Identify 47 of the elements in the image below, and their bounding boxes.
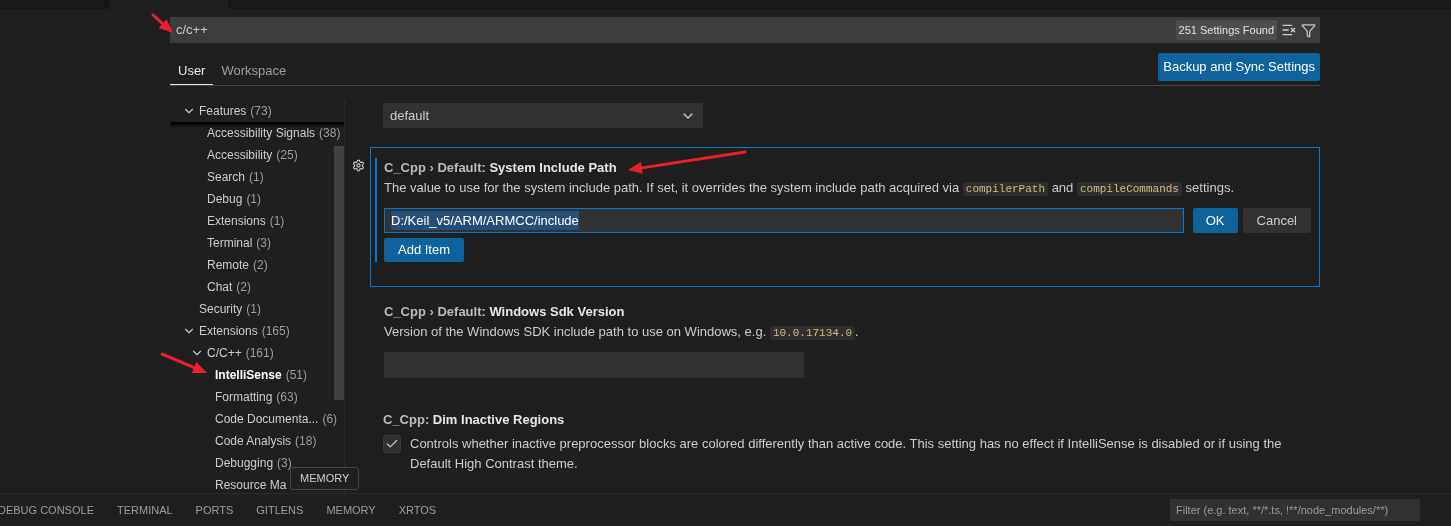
add-item-button[interactable]: Add Item: [384, 238, 465, 262]
cancel-button[interactable]: Cancel: [1242, 208, 1311, 233]
setting-description: The value to use for the system include path. If set, it overrides the system include path acquired via compilerPath and compileCommands settings.: [384, 179, 1235, 198]
checkbox[interactable]: [383, 435, 401, 453]
tree-item[interactable]: IntelliSense (51): [170, 364, 335, 386]
tab[interactable]: User: [170, 57, 214, 85]
setting-title: C_Cpp › Default: Windows Sdk Version: [384, 303, 625, 321]
setting-description: Controls whether inactive preprocessor blocks are colored differently than active code. This setting has no effect if IntelliSense is disabled or if using the Default High Contrast theme.: [410, 435, 1283, 473]
tree-item[interactable]: Code Documenta... (6): [170, 408, 335, 430]
tree-item[interactable]: C/C++ (161): [170, 342, 335, 364]
tree-item[interactable]: Formatting (63): [170, 386, 335, 408]
dropdown[interactable]: default: [383, 103, 703, 128]
annotation-arrow: [160, 352, 207, 374]
setting-title: C_Cpp: Dim Inactive Regions: [383, 411, 565, 429]
annotation-arrow: [151, 13, 173, 33]
tree-item[interactable]: Security (1): [170, 298, 335, 320]
clear-filter-icon[interactable]: [1281, 22, 1297, 38]
tree-item[interactable]: Extensions (1): [170, 210, 335, 232]
tooltip: MEMORY: [290, 467, 360, 490]
tree-item[interactable]: Terminal (3): [170, 232, 335, 254]
search-field[interactable]: c/c++ 251 Settings Found: [170, 17, 1320, 43]
panel-tab[interactable]: TERMINAL: [116, 501, 173, 519]
tree-item[interactable]: Chat (2): [170, 276, 335, 298]
tree-item[interactable]: Extensions (165): [170, 320, 335, 342]
panel-tab[interactable]: PORTS: [195, 501, 234, 519]
panel-tab[interactable]: MEMORY: [326, 501, 376, 519]
result-count: 251 Settings Found: [1175, 19, 1277, 41]
tree-item[interactable]: Accessibility (25): [170, 144, 335, 166]
tree-item[interactable]: Remote (2): [170, 254, 335, 276]
ok-button[interactable]: OK: [1192, 208, 1238, 233]
settings-icon[interactable]: [352, 159, 365, 172]
panel-tab[interactable]: GITLENS: [256, 501, 304, 519]
input-field[interactable]: D:/Keil_v5/ARM/ARMCC/include: [384, 208, 1184, 233]
tree-item[interactable]: Search (1): [170, 166, 335, 188]
tree-item[interactable]: Code Analysis (18): [170, 430, 335, 452]
filter-field[interactable]: Filter (e.g. text, **/*.ts, !**/node_modules/**): [1170, 499, 1420, 521]
check-icon: [385, 437, 399, 451]
filter-icon[interactable]: [1301, 22, 1316, 38]
tab[interactable]: Workspace: [213, 57, 295, 85]
tree-item[interactable]: Features (73): [170, 100, 344, 122]
setting-title: C_Cpp › Default: System Include Path: [384, 159, 617, 177]
tree-item[interactable]: Accessibility Signals (38): [170, 122, 344, 144]
tree-item[interactable]: Debug (1): [170, 188, 335, 210]
panel-tab[interactable]: XRTOS: [398, 501, 437, 519]
backup-sync-button[interactable]: Backup and Sync Settings: [1158, 53, 1320, 81]
scrollbar[interactable]: [334, 146, 344, 400]
setting-description: Version of the Windows SDK include path to use on Windows, e.g. 10.0.17134.0 .: [384, 323, 860, 342]
